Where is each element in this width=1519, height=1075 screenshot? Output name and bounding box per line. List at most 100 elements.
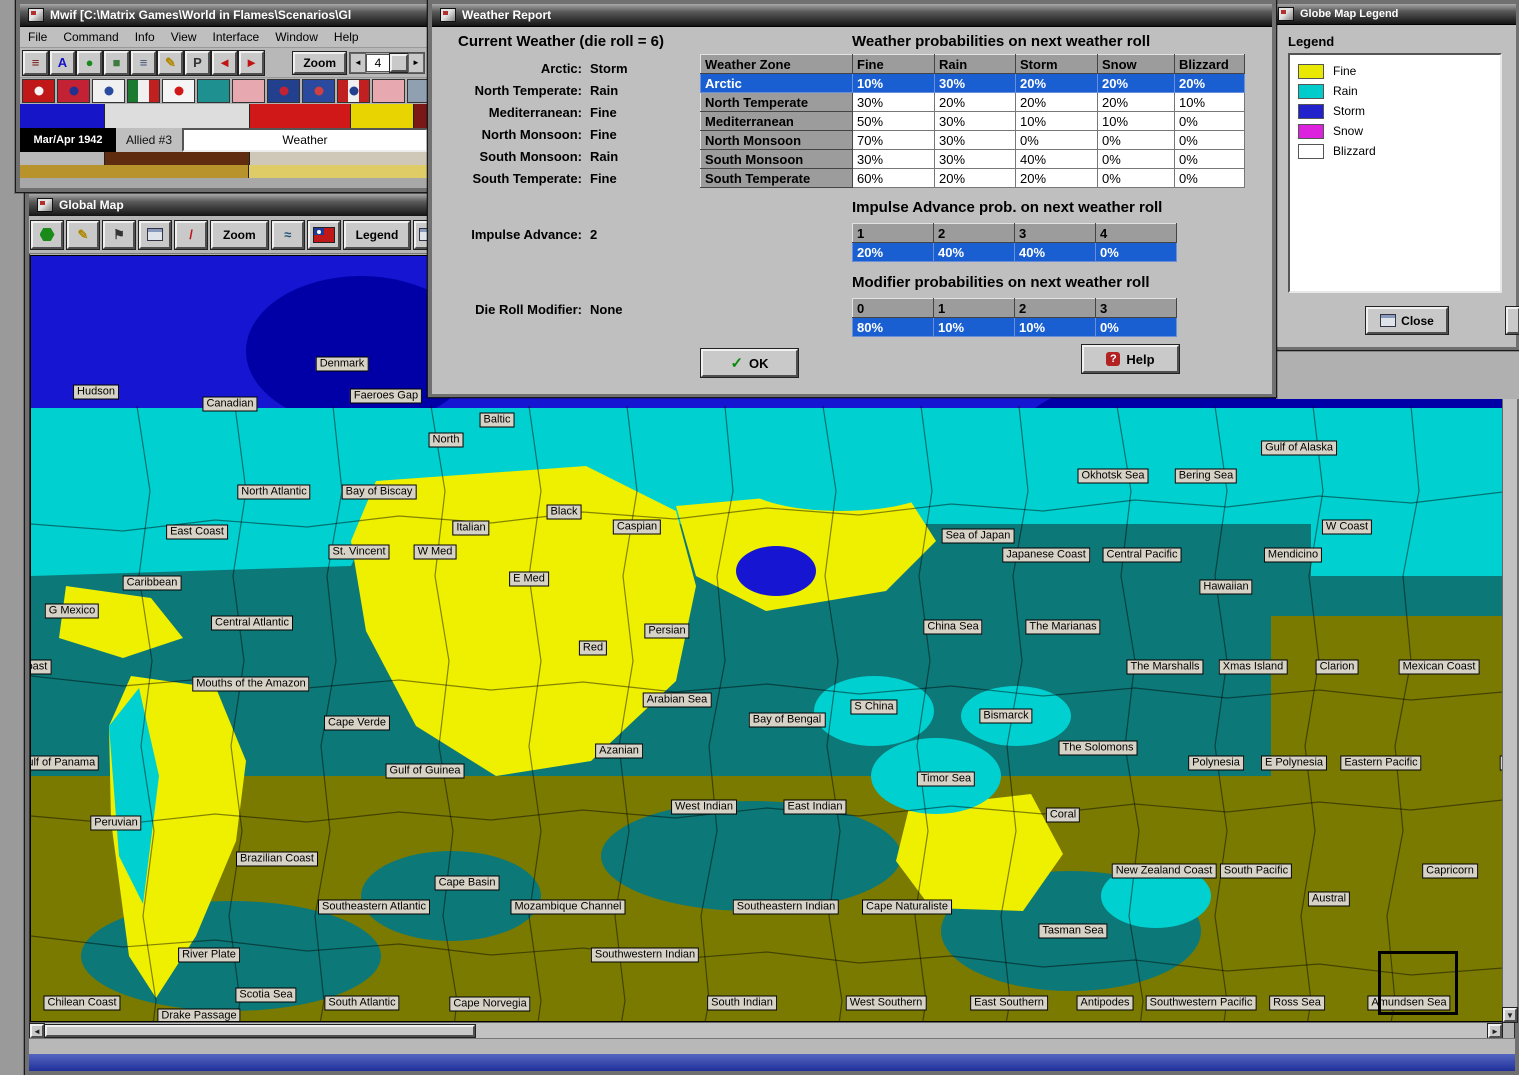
sea-zone-label: Brazilian Coast xyxy=(236,851,318,867)
sea-zone-label: Mendicino xyxy=(1263,547,1323,563)
menu-item-view[interactable]: View xyxy=(163,30,205,44)
text-button[interactable]: A xyxy=(50,50,75,75)
weather-zone-row: Arctic 10% 30% 20% 20% 20% xyxy=(700,73,1245,93)
sea-zone-label: East Indian xyxy=(783,799,847,815)
unit-bar-row xyxy=(20,152,431,165)
window-skin-bar xyxy=(29,1054,1515,1071)
taiwan-flag-button[interactable] xyxy=(307,220,340,249)
bar-khaki-dark xyxy=(20,165,249,178)
blizzard-swatch xyxy=(1298,143,1324,159)
help-icon: ? xyxy=(1106,352,1121,366)
legend-item-label: Snow xyxy=(1333,124,1364,138)
probability-cell: 20% xyxy=(1015,168,1098,188)
legend-item-label: Storm xyxy=(1333,104,1366,118)
italy-flag[interactable] xyxy=(127,79,160,103)
help-button[interactable]: ? Help xyxy=(1082,345,1179,373)
weather-report-titlebar[interactable]: Weather Report xyxy=(432,4,1272,27)
weather-probabilities-table: Weather Zone Fine Rain Storm Snow Blizzard Arc… xyxy=(700,54,1245,188)
probability-cell: 10% xyxy=(933,317,1015,337)
sea-zone-label: W Med xyxy=(413,544,457,560)
scroll-right-arrow[interactable]: ► xyxy=(1488,1024,1502,1038)
zoom-left-arrow[interactable]: ◄ xyxy=(350,52,366,73)
marker-button[interactable]: ✎ xyxy=(158,50,183,75)
menu-item-window[interactable]: Window xyxy=(267,30,326,44)
column-header: 4 xyxy=(1095,223,1177,243)
hex-button[interactable] xyxy=(31,220,63,249)
globe-button[interactable]: ● xyxy=(77,50,102,75)
pause-flag-button[interactable]: P xyxy=(185,50,210,75)
column-header: 0 xyxy=(852,298,934,318)
close-label: Close xyxy=(1401,313,1434,328)
impulse-advance-value: 2 xyxy=(590,226,598,242)
germany-flag[interactable] xyxy=(22,79,55,103)
menu-item-command[interactable]: Command xyxy=(55,30,126,44)
pink-flag[interactable] xyxy=(232,79,265,103)
column-header: 3 xyxy=(1095,298,1177,318)
horizontal-scrollbar[interactable]: ◄ ► xyxy=(30,1022,1502,1039)
forward-button[interactable]: ► xyxy=(239,50,264,75)
zoom-slider-thumb[interactable] xyxy=(390,53,408,72)
legend-titlebar[interactable]: Globe Map Legend xyxy=(1270,4,1516,25)
zone-name-cell: South Monsoon xyxy=(700,149,853,169)
hex-grid-button[interactable]: ■ xyxy=(104,50,129,75)
column-header: 1 xyxy=(852,223,934,243)
marker-icon: ✎ xyxy=(165,55,176,70)
back-button[interactable]: ◄ xyxy=(212,50,237,75)
probability-cell: 30% xyxy=(934,149,1016,169)
legend-item-rain: Rain xyxy=(1298,81,1492,101)
waves-button[interactable]: ≈ xyxy=(271,220,304,249)
menu-item-file[interactable]: File xyxy=(20,30,55,44)
horizontal-scroll-thumb[interactable] xyxy=(45,1025,475,1037)
column-header: Rain xyxy=(934,54,1016,74)
menu-item-help[interactable]: Help xyxy=(326,30,367,44)
fine-swatch xyxy=(1298,63,1324,79)
probability-cell: 10% xyxy=(852,73,935,93)
zoom-value: 4 xyxy=(366,53,390,72)
sea-zone-label: Xmas Island xyxy=(1218,659,1288,675)
sea-zone-label: Southwestern Pacific xyxy=(1145,995,1257,1011)
flag-button[interactable]: ⚑ xyxy=(103,220,135,249)
sea-zone-label: Capricorn xyxy=(1422,863,1478,879)
teal-flag[interactable] xyxy=(197,79,230,103)
ok-button[interactable]: ✓ OK xyxy=(701,349,798,377)
menu-item-interface[interactable]: Interface xyxy=(205,30,268,44)
power-blocks-row xyxy=(20,104,433,128)
partial-button[interactable] xyxy=(1506,307,1519,334)
main-titlebar[interactable]: Mwif [C:\Matrix Games\World in Flames\Sc… xyxy=(20,4,428,27)
pink2-flag[interactable] xyxy=(372,79,405,103)
measure-button[interactable]: / xyxy=(175,220,207,249)
sea-zone-label: West Southern xyxy=(845,995,927,1011)
zoom-right-arrow[interactable]: ► xyxy=(408,52,424,73)
usa-flag[interactable] xyxy=(337,79,370,103)
sea-zone-label: Ross Sea xyxy=(1269,995,1325,1011)
japan-flag[interactable] xyxy=(162,79,195,103)
probability-cell: 60% xyxy=(852,168,935,188)
scroll-down-arrow[interactable]: ▼ xyxy=(1503,1008,1517,1022)
app-icon xyxy=(28,8,44,22)
column-header: 2 xyxy=(933,223,1015,243)
legend-button[interactable]: Legend xyxy=(343,220,411,249)
legend-heading: Legend xyxy=(1288,34,1335,49)
report-button[interactable]: ≡ xyxy=(131,50,156,75)
unit-bar-row xyxy=(20,165,430,178)
sea-zone-label: South Pacific xyxy=(1219,863,1293,879)
uk-ensign-flag[interactable] xyxy=(302,79,335,103)
zone-name-cell: Arctic xyxy=(700,73,853,93)
finland-flag[interactable] xyxy=(92,79,125,103)
zoom-label: Zoom xyxy=(293,51,346,74)
close-button[interactable]: Close xyxy=(1366,307,1448,334)
marker-button[interactable]: ✎ xyxy=(67,220,99,249)
sea-zone-label: Clarion xyxy=(1315,659,1359,675)
scroll-left-arrow[interactable]: ◄ xyxy=(30,1024,44,1038)
uk-flag[interactable] xyxy=(267,79,300,103)
rain-swatch xyxy=(1298,83,1324,99)
phase-indicator: Weather xyxy=(182,128,428,152)
scroll-button[interactable]: ≡ xyxy=(23,50,48,75)
save-grid-button[interactable] xyxy=(139,220,171,249)
norway-flag[interactable] xyxy=(57,79,90,103)
zoom-slider[interactable]: ◄ 4 ► xyxy=(349,51,425,74)
menu-item-info[interactable]: Info xyxy=(127,30,163,44)
legend-item-label: Blizzard xyxy=(1333,144,1376,158)
toolbar-icons: ≡ A ● ■ ≡ ✎ P ◄ ► xyxy=(23,50,264,75)
zoom-button[interactable]: Zoom xyxy=(211,220,268,249)
